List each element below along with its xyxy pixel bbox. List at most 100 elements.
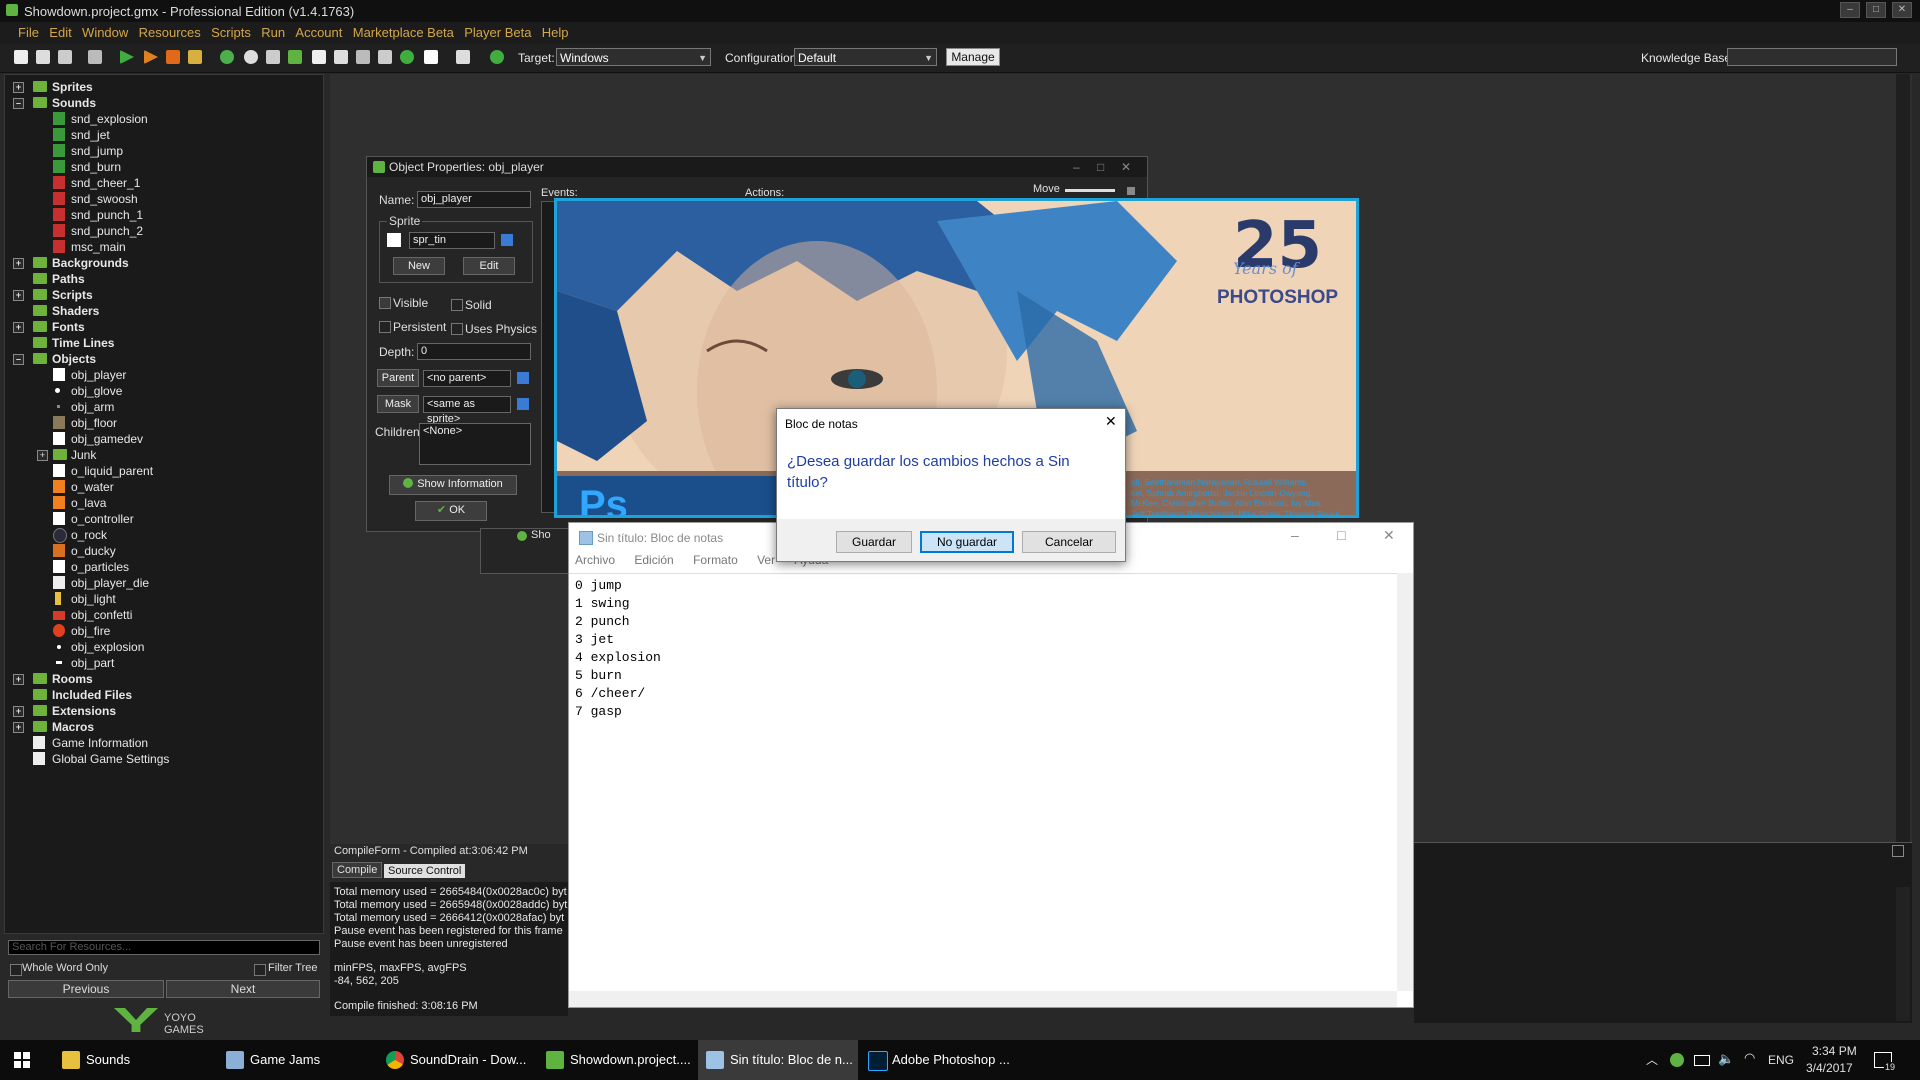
clean-icon[interactable] [188,50,202,64]
notepad-text-area[interactable]: 0 jump 1 swing 2 punch 3 jet 4 explosion… [569,573,1399,992]
mask-button[interactable]: Mask [377,395,419,413]
compile-panel-close-icon[interactable] [1892,845,1904,857]
add-script-icon[interactable] [312,50,326,64]
notepad-vertical-scrollbar[interactable] [1397,573,1413,991]
menu-help[interactable]: Help [538,22,572,40]
stop-icon[interactable] [166,50,180,64]
add-shader-icon[interactable] [334,50,348,64]
menu-file[interactable]: File [14,22,42,40]
parent-button[interactable]: Parent [377,369,419,387]
cancel-button[interactable]: Cancelar [1022,531,1116,553]
create-exe-icon[interactable] [88,50,102,64]
windows-start-icon[interactable] [14,1052,30,1068]
target-select[interactable]: Windows ▼ [556,48,711,66]
menu-archivo[interactable]: Archivo [575,553,615,567]
help-icon[interactable] [490,50,504,64]
taskbar-item-sounds[interactable]: Sounds [54,1040,214,1080]
dont-save-button[interactable]: No guardar [920,531,1014,553]
parent-select[interactable]: <no parent> [423,370,511,387]
next-button[interactable]: Next [166,980,320,998]
taskbar-item-game-jams[interactable]: Game Jams [218,1040,378,1080]
mask-select[interactable]: <same as sprite> [423,396,511,425]
minimize-button[interactable]: – [1840,2,1860,18]
new-sprite-button[interactable]: New [393,257,445,275]
new-project-icon[interactable] [14,50,28,64]
clock-time[interactable]: 3:34 PM [1812,1044,1857,1058]
menu-scripts[interactable]: Scripts [207,22,254,40]
menu-run[interactable]: Run [257,22,288,40]
debug-icon[interactable] [144,50,158,64]
ok-button[interactable]: ✔ OK [415,501,487,521]
save-button[interactable]: Guardar [836,531,912,553]
run-icon[interactable] [120,50,134,64]
taskbar-item-showdown[interactable]: Showdown.project.... [538,1040,698,1080]
filter-tree-checkbox[interactable] [254,964,266,976]
close-button[interactable]: ✕ [1892,2,1912,18]
add-timeline-icon[interactable] [378,50,392,64]
taskbar-item-photoshop[interactable]: Adobe Photoshop ... [860,1040,1020,1080]
taskbar-item-sounddrain[interactable]: SoundDrain - Dow... [378,1040,538,1080]
visible-checkbox[interactable] [379,297,391,309]
tab-source-control[interactable]: Source Control [384,864,466,878]
menu-resources[interactable]: Resources [135,22,204,40]
whole-word-checkbox[interactable] [10,964,22,976]
move-tab[interactable]: Move [1033,183,1060,195]
save-project-icon[interactable] [58,50,72,64]
battery-icon[interactable] [1694,1055,1710,1066]
add-font-icon[interactable] [356,50,370,64]
parent-browse-icon[interactable] [517,372,529,384]
tab-compile[interactable]: Compile [332,862,383,878]
add-background-icon[interactable] [266,50,280,64]
menu-window[interactable]: Window [78,22,131,40]
wifi-icon[interactable]: ◠ [1744,1050,1755,1066]
op-maximize-button[interactable]: □ [1097,160,1104,174]
depth-input[interactable]: 0 [417,343,531,360]
game-info-icon[interactable] [456,50,470,64]
menu-ver[interactable]: Ver [757,553,775,567]
menu-formato[interactable]: Formato [693,553,738,567]
clock-date[interactable]: 3/4/2017 [1806,1061,1853,1075]
menu-marketplace[interactable]: Marketplace Beta [349,22,457,40]
knowledge-base-input[interactable] [1727,48,1897,66]
name-input[interactable]: obj_player [417,191,531,208]
open-project-icon[interactable] [36,50,50,64]
menu-account[interactable]: Account [291,22,345,40]
actions-scroll-icon[interactable] [1127,187,1135,195]
search-resources-input[interactable]: Search For Resources... [8,940,320,955]
configuration-select[interactable]: Default ▼ [794,48,937,66]
show-information-button[interactable]: Show Information [389,475,517,495]
language-indicator[interactable]: ENG [1768,1053,1794,1067]
sprite-select[interactable]: spr_tin [409,232,495,249]
notepad-horizontal-scrollbar[interactable] [569,991,1397,1007]
persistent-checkbox[interactable] [379,321,391,333]
previous-button[interactable]: Previous [8,980,164,998]
taskbar-item-notepad[interactable]: Sin título: Bloc de n... [698,1040,858,1080]
volume-icon[interactable]: 🔈 [1718,1051,1734,1067]
notepad-close-button[interactable]: ✕ [1383,527,1395,544]
mask-browse-icon[interactable] [517,398,529,410]
object-properties-titlebar[interactable]: Object Properties: obj_player – □ ✕ [367,157,1147,177]
tray-app-icon[interactable] [1670,1053,1684,1067]
compile-scrollbar[interactable] [1896,887,1910,1021]
children-list[interactable]: <None> [419,423,531,465]
add-room-icon[interactable] [424,50,438,64]
op-close-button[interactable]: ✕ [1121,160,1131,174]
notepad-maximize-button[interactable]: □ [1337,527,1345,543]
menu-edit[interactable]: Edit [45,22,74,40]
dialog-close-button[interactable]: ✕ [1105,413,1117,430]
menu-player-beta[interactable]: Player Beta [460,22,534,40]
edit-sprite-button[interactable]: Edit [463,257,515,275]
add-path-icon[interactable] [288,50,302,64]
op-minimize-button[interactable]: – [1073,160,1080,174]
menu-edicion[interactable]: Edición [634,553,673,567]
sprite-browse-icon[interactable] [501,234,513,246]
maximize-button[interactable]: □ [1866,2,1886,18]
workspace-scrollbar[interactable] [1896,74,1910,844]
solid-checkbox[interactable] [451,299,463,311]
uses-physics-checkbox[interactable] [451,323,463,335]
add-object-icon[interactable] [400,50,414,64]
add-sprite-icon[interactable] [220,50,234,64]
show-hidden-icons-chevron-icon[interactable]: ︿ [1646,1051,1658,1068]
notepad-minimize-button[interactable]: – [1291,527,1299,543]
manage-button[interactable]: Manage [946,48,1000,66]
